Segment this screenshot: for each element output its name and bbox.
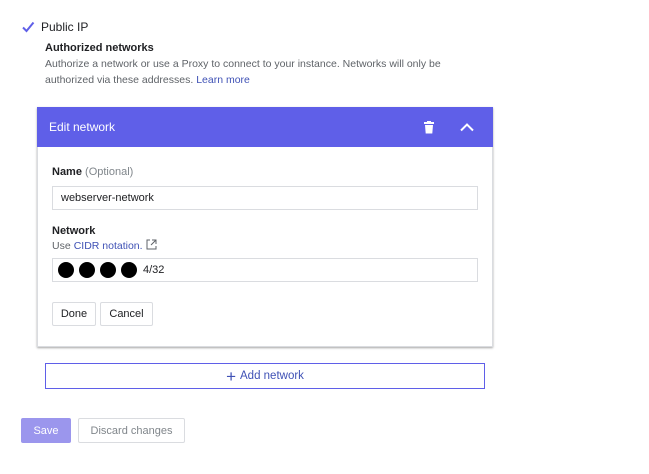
edit-network-header: Edit network bbox=[37, 107, 493, 147]
redaction-dot bbox=[79, 262, 95, 278]
checkmark-icon bbox=[22, 21, 35, 33]
add-network-label: Add network bbox=[240, 370, 304, 382]
edit-network-title: Edit network bbox=[49, 120, 116, 134]
external-link-icon bbox=[146, 239, 157, 253]
public-ip-label: Public IP bbox=[41, 20, 89, 34]
save-button[interactable]: Save bbox=[21, 418, 71, 443]
name-field-label: Name (Optional) bbox=[52, 166, 133, 178]
cidr-notation-link[interactable]: CIDR notation. bbox=[74, 240, 143, 252]
network-label: Network bbox=[52, 225, 96, 237]
authorized-networks-description: Authorize a network or use a Proxy to co… bbox=[45, 56, 475, 88]
cancel-button[interactable]: Cancel bbox=[100, 302, 153, 326]
add-network-button[interactable]: + Add network bbox=[45, 363, 485, 389]
network-hint: Use CIDR notation. bbox=[52, 239, 157, 253]
name-input[interactable]: webserver-network bbox=[52, 186, 478, 210]
edit-network-panel: Edit network Name (Optional) webserver-n… bbox=[37, 107, 493, 347]
redaction-marks bbox=[58, 262, 142, 278]
done-button[interactable]: Done bbox=[52, 302, 96, 326]
public-ip-row[interactable]: Public IP bbox=[21, 20, 88, 34]
redaction-dot bbox=[121, 262, 137, 278]
redaction-dot bbox=[58, 262, 74, 278]
network-hint-prefix: Use bbox=[52, 240, 71, 252]
name-label-text: Name bbox=[52, 166, 82, 178]
name-optional-text: (Optional) bbox=[85, 166, 134, 178]
learn-more-link[interactable]: Learn more bbox=[196, 74, 250, 86]
public-ip-checkbox[interactable] bbox=[21, 20, 35, 34]
name-input-value: webserver-network bbox=[61, 192, 154, 204]
discard-changes-button[interactable]: Discard changes bbox=[78, 418, 185, 443]
plus-icon: + bbox=[226, 366, 236, 386]
chevron-up-icon[interactable] bbox=[457, 117, 477, 137]
authorized-networks-title: Authorized networks bbox=[45, 42, 154, 54]
network-input[interactable]: 4/32 bbox=[52, 258, 478, 282]
delete-icon[interactable] bbox=[419, 117, 439, 137]
network-input-value: 4/32 bbox=[143, 264, 165, 276]
redaction-dot bbox=[100, 262, 116, 278]
